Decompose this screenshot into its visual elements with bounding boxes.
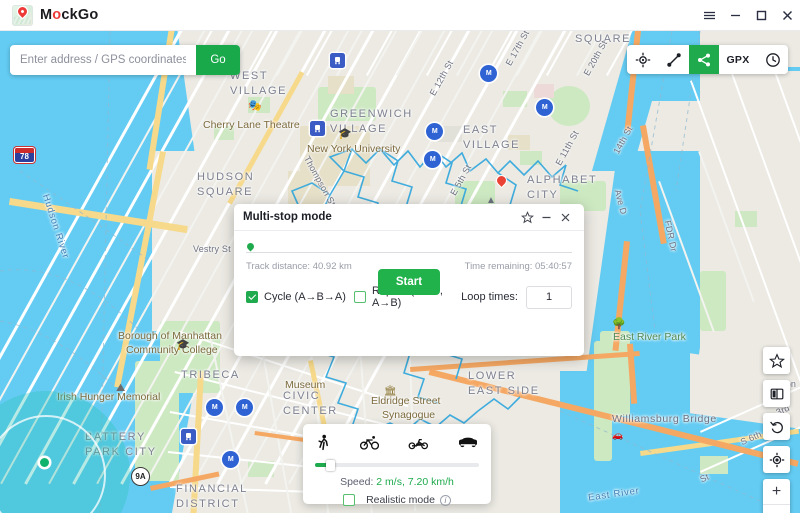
park-tree-icon: 🌳 bbox=[612, 318, 626, 330]
realistic-mode-option[interactable]: Realistic mode i bbox=[315, 494, 479, 506]
bridge-car-icon: 🚗 bbox=[612, 430, 624, 440]
mockgo-window: MockGo WEST VILLAGE GREENWICH VILLAGE HU… bbox=[0, 0, 800, 513]
go-button[interactable]: Go bbox=[196, 45, 240, 75]
cycle-checkbox[interactable] bbox=[246, 291, 258, 303]
history-clock-icon[interactable] bbox=[757, 45, 788, 74]
info-icon[interactable]: i bbox=[439, 494, 451, 506]
speed-value: 2 m/s, 7.20 km/h bbox=[376, 476, 454, 488]
maximize-icon[interactable] bbox=[748, 0, 774, 31]
loop-times-label: Loop times: bbox=[461, 291, 518, 303]
app-brand: MockGo bbox=[0, 4, 99, 26]
subway-station-icon[interactable]: M bbox=[480, 65, 497, 82]
scooter-mode-icon[interactable] bbox=[408, 435, 429, 450]
subway-station-icon[interactable]: M bbox=[424, 151, 441, 168]
route-shield-9a: 9A bbox=[131, 467, 150, 486]
rail-station-icon[interactable] bbox=[181, 429, 196, 444]
zoom-in-button[interactable]: + bbox=[763, 479, 790, 504]
close-icon[interactable] bbox=[556, 208, 575, 227]
memorial-icon: ⛰ bbox=[116, 382, 126, 394]
realistic-mode-label: Realistic mode bbox=[366, 494, 435, 506]
speed-slider-thumb[interactable] bbox=[326, 460, 335, 471]
two-spot-route-icon[interactable] bbox=[658, 45, 689, 74]
book-layers-icon[interactable] bbox=[763, 380, 790, 407]
speed-readout: Speed: 2 m/s, 7.20 km/h bbox=[315, 476, 479, 488]
rail-station-icon[interactable] bbox=[310, 121, 325, 136]
route-shield-i78: 78 bbox=[14, 147, 35, 163]
multi-stop-dialog: Multi-stop mode Track distance: 40.92 km… bbox=[234, 204, 584, 356]
menu-icon[interactable] bbox=[696, 0, 722, 31]
track-distance-label: Track distance: 40.92 km bbox=[246, 261, 352, 272]
subway-station-icon[interactable]: M bbox=[222, 451, 239, 468]
map-pin-logo-icon bbox=[12, 4, 33, 26]
university-icon: 🎓 bbox=[338, 128, 352, 140]
dialog-title: Multi-stop mode bbox=[243, 211, 332, 223]
speed-prefix: Speed: bbox=[340, 476, 377, 488]
zoom-out-button[interactable]: − bbox=[763, 504, 790, 513]
rail-station-icon[interactable] bbox=[330, 53, 345, 68]
title-bar: MockGo bbox=[0, 0, 800, 31]
star-icon[interactable] bbox=[518, 208, 537, 227]
subway-station-icon[interactable]: M bbox=[206, 399, 223, 416]
speed-slider[interactable] bbox=[315, 460, 479, 471]
locate-icon[interactable] bbox=[627, 45, 658, 74]
subway-station-icon[interactable]: M bbox=[236, 399, 253, 416]
university-icon: 🎓 bbox=[176, 339, 190, 351]
map-side-controls: + − bbox=[763, 347, 790, 513]
share-icon[interactable] bbox=[689, 45, 719, 74]
route-start-pin-icon bbox=[245, 241, 256, 252]
start-button[interactable]: Start bbox=[378, 269, 440, 295]
repeat-checkbox[interactable] bbox=[354, 291, 366, 303]
window-controls bbox=[696, 0, 800, 31]
theatre-icon: 🎭 bbox=[248, 100, 262, 112]
car-mode-icon[interactable] bbox=[457, 435, 479, 449]
cycle-option[interactable]: Cycle (A→B→A) bbox=[246, 291, 354, 303]
locate-target-icon[interactable] bbox=[763, 446, 790, 473]
search-bar: Go bbox=[10, 45, 240, 75]
subway-station-icon[interactable]: M bbox=[426, 123, 443, 140]
movement-mode-selector bbox=[315, 432, 479, 452]
minimize-icon[interactable] bbox=[722, 0, 748, 31]
joystick-knob[interactable] bbox=[40, 458, 49, 467]
app-title: MockGo bbox=[40, 7, 99, 23]
star-icon[interactable] bbox=[763, 347, 790, 374]
museum-icon: 🏛 bbox=[384, 386, 397, 397]
speed-slider-track[interactable] bbox=[315, 463, 479, 467]
realistic-mode-checkbox[interactable] bbox=[343, 494, 356, 506]
search-input[interactable] bbox=[10, 45, 196, 75]
dialog-header: Multi-stop mode bbox=[234, 204, 584, 231]
loop-times-input[interactable] bbox=[526, 285, 572, 309]
speed-panel: Speed: 2 m/s, 7.20 km/h Realistic mode i bbox=[303, 424, 491, 506]
gpx-button[interactable]: GPX bbox=[719, 45, 757, 74]
dialog-body: Track distance: 40.92 km Time remaining:… bbox=[234, 231, 584, 309]
walk-mode-icon[interactable] bbox=[315, 434, 332, 451]
subway-station-icon[interactable]: M bbox=[536, 99, 553, 116]
time-remaining-label: Time remaining: 05:40:57 bbox=[464, 261, 572, 272]
map-toolbar: GPX bbox=[627, 45, 788, 74]
bicycle-mode-icon[interactable] bbox=[360, 434, 380, 451]
route-track-bar[interactable] bbox=[245, 241, 572, 255]
undo-history-icon[interactable] bbox=[763, 413, 790, 440]
minimize-icon[interactable] bbox=[537, 208, 556, 227]
close-icon[interactable] bbox=[774, 0, 800, 31]
zoom-controls: + − bbox=[763, 479, 790, 513]
cycle-label: Cycle (A→B→A) bbox=[264, 291, 346, 303]
loop-times-group: Loop times: bbox=[461, 285, 572, 309]
